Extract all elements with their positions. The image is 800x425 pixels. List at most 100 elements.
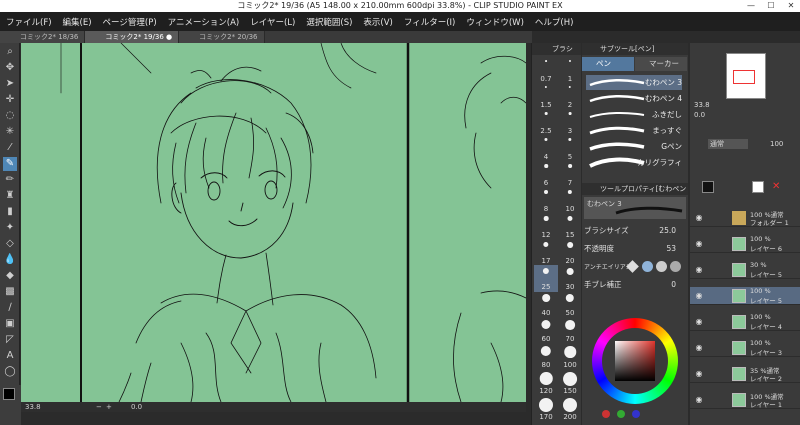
brush-item[interactable]: Gペン <box>586 139 682 154</box>
layer-folder-row[interactable]: ◉ 100 %通常 フォルダー 1 <box>690 209 800 227</box>
menu-edit[interactable]: 編集(E) <box>63 16 92 28</box>
brush-size-cell[interactable]: 20 <box>558 239 582 266</box>
brush-size-cell[interactable]: 8 <box>534 187 558 214</box>
eye-icon[interactable]: ◉ <box>694 239 704 249</box>
antialias-row[interactable]: アンチエイリアス <box>584 259 686 274</box>
figure-tool-icon[interactable]: ∕ <box>3 301 17 315</box>
brush-size-cell[interactable]: 100 <box>558 343 582 370</box>
text-tool-icon[interactable]: A <box>3 349 17 363</box>
zoom-tool-icon[interactable]: ⌕ <box>3 45 17 59</box>
brush-size-cell[interactable]: 6 <box>534 161 558 188</box>
close-tab-icon[interactable]: ● <box>166 33 172 41</box>
navigator-angle[interactable]: 0.0 <box>694 111 705 119</box>
menu-selection[interactable]: 選択範囲(S) <box>306 16 352 28</box>
brush-size-cell[interactable]: 25 <box>534 265 558 292</box>
rgb-icon[interactable] <box>602 410 610 418</box>
brush-size-cell[interactable]: 0.7 <box>534 57 558 84</box>
hsv-icon[interactable] <box>617 410 625 418</box>
airbrush-tool-icon[interactable]: ▮ <box>3 205 17 219</box>
brush-size-cell[interactable]: 2 <box>558 83 582 110</box>
auto-select-tool-icon[interactable]: ✳ <box>3 125 17 139</box>
antialias-medium-icon[interactable] <box>656 261 667 272</box>
brush-size-cell[interactable]: 2.5 <box>534 109 558 136</box>
fill-tool-icon[interactable]: ◆ <box>3 269 17 283</box>
layer-row[interactable]: ◉ 100 % レイヤー 4 <box>690 313 800 331</box>
maximize-button[interactable]: ☐ <box>762 0 780 12</box>
eye-icon[interactable]: ◉ <box>694 291 704 301</box>
zoom-in-icon[interactable]: + <box>106 402 112 412</box>
opacity-value[interactable]: 53 <box>666 241 676 256</box>
blend-tool-icon[interactable]: 💧 <box>3 253 17 267</box>
brush-item[interactable]: むわペン 4 <box>586 91 682 106</box>
menu-animation[interactable]: アニメーション(A) <box>168 16 240 28</box>
navigator-preview[interactable] <box>726 53 766 99</box>
navigator-view-box[interactable] <box>733 70 755 84</box>
brush-size-cell[interactable]: 1 <box>558 57 582 84</box>
brush-size-cell[interactable]: 150 <box>558 369 582 396</box>
ruler-tool-icon[interactable]: ◸ <box>3 333 17 347</box>
menu-window[interactable]: ウィンドウ(W) <box>466 16 524 28</box>
menu-filter[interactable]: フィルター(I) <box>404 16 455 28</box>
saturation-value-square[interactable] <box>615 341 655 381</box>
close-button[interactable]: ✕ <box>782 0 800 12</box>
layer-row[interactable]: ◉ 100 % レイヤー 6 <box>690 235 800 253</box>
brush-size-cell[interactable]: 30 <box>558 265 582 292</box>
main-color-swatch[interactable] <box>3 388 15 400</box>
angle-readout[interactable]: 0.0 <box>131 402 142 412</box>
eye-icon[interactable]: ◉ <box>694 265 704 275</box>
brush-size-cell[interactable]: 70 <box>558 317 582 344</box>
tab-pen[interactable]: ペン <box>582 57 634 71</box>
decoration-tool-icon[interactable]: ✦ <box>3 221 17 235</box>
brush-item[interactable]: まっすぐ <box>586 123 682 138</box>
menu-file[interactable]: ファイル(F) <box>6 16 52 28</box>
move-layer-tool-icon[interactable]: ✛ <box>3 93 17 107</box>
brush-item[interactable]: カリグラフィ <box>586 155 682 170</box>
menu-page[interactable]: ページ管理(P) <box>103 16 157 28</box>
menu-layer[interactable]: レイヤー(L) <box>250 16 295 28</box>
eye-icon[interactable]: ◉ <box>694 317 704 327</box>
layer-row[interactable]: ◉ 100 % レイヤー 3 <box>690 339 800 357</box>
brush-size-cell[interactable]: 3 <box>558 109 582 136</box>
eye-icon[interactable]: ◉ <box>694 343 704 353</box>
tab-marker[interactable]: マーカー <box>635 57 687 71</box>
brush-size-cell[interactable]: 80 <box>534 343 558 370</box>
pencil-tool-icon[interactable]: ✏ <box>3 173 17 187</box>
doc-tab-active[interactable]: コミック2* 19/36 ● <box>85 31 180 43</box>
brush-size-cell[interactable]: 120 <box>534 369 558 396</box>
draw-color-sub[interactable] <box>752 181 764 193</box>
brush-size-row[interactable]: ブラシサイズ 25.0 <box>584 223 686 238</box>
menu-help[interactable]: ヘルプ(H) <box>535 16 574 28</box>
balloon-tool-icon[interactable]: ◯ <box>3 365 17 379</box>
brush-item[interactable]: ふきだし <box>586 107 682 122</box>
blend-mode-select[interactable]: 通常 <box>708 139 748 149</box>
brush-size-cell[interactable]: 170 <box>534 395 558 422</box>
lasso-tool-icon[interactable]: ◌ <box>3 109 17 123</box>
doc-tab[interactable]: コミック2* 18/36 <box>0 31 86 43</box>
brush-size-cell[interactable]: 10 <box>558 187 582 214</box>
eye-icon[interactable]: ◉ <box>694 369 704 379</box>
pen-tool-icon[interactable]: ✎ <box>3 157 17 171</box>
eye-icon[interactable]: ◉ <box>694 213 704 223</box>
brush-item[interactable]: むわペン 3 <box>586 75 682 90</box>
brush-size-cell[interactable]: 15 <box>558 213 582 240</box>
brush-size-cell[interactable]: 60 <box>534 317 558 344</box>
brush-size-cell[interactable]: 50 <box>558 291 582 318</box>
transparent-color-icon[interactable]: ✕ <box>772 181 784 193</box>
eye-icon[interactable]: ◉ <box>694 395 704 405</box>
layer-row[interactable]: ◉ 100 % レイヤー 5 <box>690 287 800 305</box>
brush-size-cell[interactable]: 4 <box>534 135 558 162</box>
doc-tab[interactable]: コミック2* 20/36 <box>179 31 265 43</box>
brush-size-cell[interactable]: 200 <box>558 395 582 422</box>
brush-size-cell[interactable]: 12 <box>534 213 558 240</box>
antialias-weak-icon[interactable] <box>642 261 653 272</box>
gradient-tool-icon[interactable]: ▩ <box>3 285 17 299</box>
operation-tool-icon[interactable]: ➤ <box>3 77 17 91</box>
canvas[interactable] <box>21 43 526 402</box>
brush-size-cell[interactable]: 7 <box>558 161 582 188</box>
cmyk-icon[interactable] <box>632 410 640 418</box>
brush-size-cell[interactable]: 17 <box>534 239 558 266</box>
brush-size-value[interactable]: 25.0 <box>659 223 676 238</box>
eraser-tool-icon[interactable]: ◇ <box>3 237 17 251</box>
draw-color-main[interactable] <box>702 181 714 193</box>
eyedropper-tool-icon[interactable]: ⁄ <box>3 141 17 155</box>
